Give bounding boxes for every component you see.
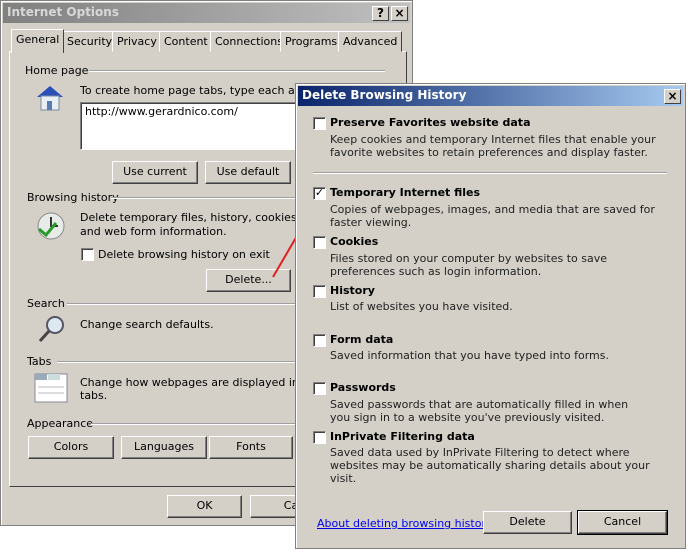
preserve-favorites-desc: Keep cookies and temporary Internet file… <box>330 133 656 159</box>
delete-on-exit-checkbox[interactable] <box>81 248 94 261</box>
ok-button[interactable]: OK <box>167 495 242 518</box>
preserve-favorites-label: Preserve Favorites website data <box>330 116 531 129</box>
window-title: Internet Options <box>7 5 119 19</box>
tabs-icon <box>34 373 68 403</box>
appearance-group-label: Appearance <box>27 417 94 430</box>
cookies-checkbox[interactable] <box>313 236 326 249</box>
inprivate-filtering-checkbox[interactable] <box>313 431 326 444</box>
close-button[interactable]: × <box>391 6 408 21</box>
temporary-files-desc: Copies of webpages, images, and media th… <box>330 203 655 229</box>
search-group-label: Search <box>27 297 65 310</box>
temporary-files-label: Temporary Internet files <box>330 186 481 199</box>
form-data-label: Form data <box>330 333 394 346</box>
home-page-instruction: To create home page tabs, type each addr… <box>80 84 326 97</box>
home-page-group-label: Home page <box>25 64 89 77</box>
use-current-button[interactable]: Use current <box>112 161 198 184</box>
tabs-desc-2: tabs. <box>80 389 108 402</box>
temporary-files-checkbox[interactable]: ✓ <box>313 187 326 200</box>
passwords-label: Passwords <box>330 381 396 394</box>
dialog-title: Delete Browsing History <box>302 88 467 102</box>
check-mark-icon: ✓ <box>314 186 325 199</box>
tab-connections[interactable]: Connections <box>210 31 288 52</box>
house-icon <box>37 86 63 111</box>
title-bar: Internet Options ? × <box>3 3 410 23</box>
history-clock-icon <box>37 212 65 240</box>
magnifier-icon <box>38 316 64 343</box>
search-desc: Change search defaults. <box>80 318 214 331</box>
help-button[interactable]: ? <box>372 6 389 21</box>
tab-content[interactable]: Content <box>159 31 213 52</box>
tabs-group-label: Tabs <box>27 355 52 368</box>
preserve-favorites-checkbox[interactable] <box>313 117 326 130</box>
tab-general[interactable]: General <box>11 29 65 53</box>
use-default-button[interactable]: Use default <box>205 161 291 184</box>
home-page-url-input[interactable]: http://www.gerardnico.com/ <box>80 102 300 150</box>
about-deleting-history-link[interactable]: About deleting browsing history <box>317 517 492 530</box>
dialog-delete-button[interactable]: Delete <box>483 511 572 534</box>
tabs-desc: Change how webpages are displayed in <box>80 376 299 389</box>
form-data-desc: Saved information that you have typed in… <box>330 349 609 362</box>
browsing-history-desc-2: and web form information. <box>80 225 227 238</box>
tab-programs[interactable]: Programs <box>280 31 343 52</box>
delete-browsing-history-dialog: Delete Browsing History × Preserve Favor… <box>295 83 686 549</box>
cookies-desc: Files stored on your computer by website… <box>330 252 608 278</box>
home-page-url-value: http://www.gerardnico.com/ <box>85 105 238 118</box>
history-checkbox[interactable] <box>313 285 326 298</box>
history-label: History <box>330 284 375 297</box>
inprivate-filtering-label: InPrivate Filtering data <box>330 430 475 443</box>
passwords-desc: Saved passwords that are automatically f… <box>330 398 629 424</box>
languages-button[interactable]: Languages <box>121 436 207 459</box>
dialog-close-button[interactable]: × <box>664 89 681 104</box>
tab-privacy[interactable]: Privacy <box>112 31 162 52</box>
dialog-cancel-button[interactable]: Cancel <box>577 510 668 535</box>
inprivate-filtering-desc: Saved data used by InPrivate Filtering t… <box>330 446 650 485</box>
fonts-button[interactable]: Fonts <box>209 436 293 459</box>
passwords-checkbox[interactable] <box>313 382 326 395</box>
tab-security[interactable]: Security <box>62 31 118 52</box>
dialog-title-bar: Delete Browsing History × <box>298 86 683 106</box>
colors-button[interactable]: Colors <box>28 436 114 459</box>
tab-advanced[interactable]: Advanced <box>338 31 403 52</box>
cookies-label: Cookies <box>330 235 379 248</box>
form-data-checkbox[interactable] <box>313 334 326 347</box>
browsing-history-group-label: Browsing history <box>27 191 119 204</box>
delete-on-exit-label: Delete browsing history on exit <box>98 248 270 261</box>
history-desc: List of websites you have visited. <box>330 300 513 313</box>
